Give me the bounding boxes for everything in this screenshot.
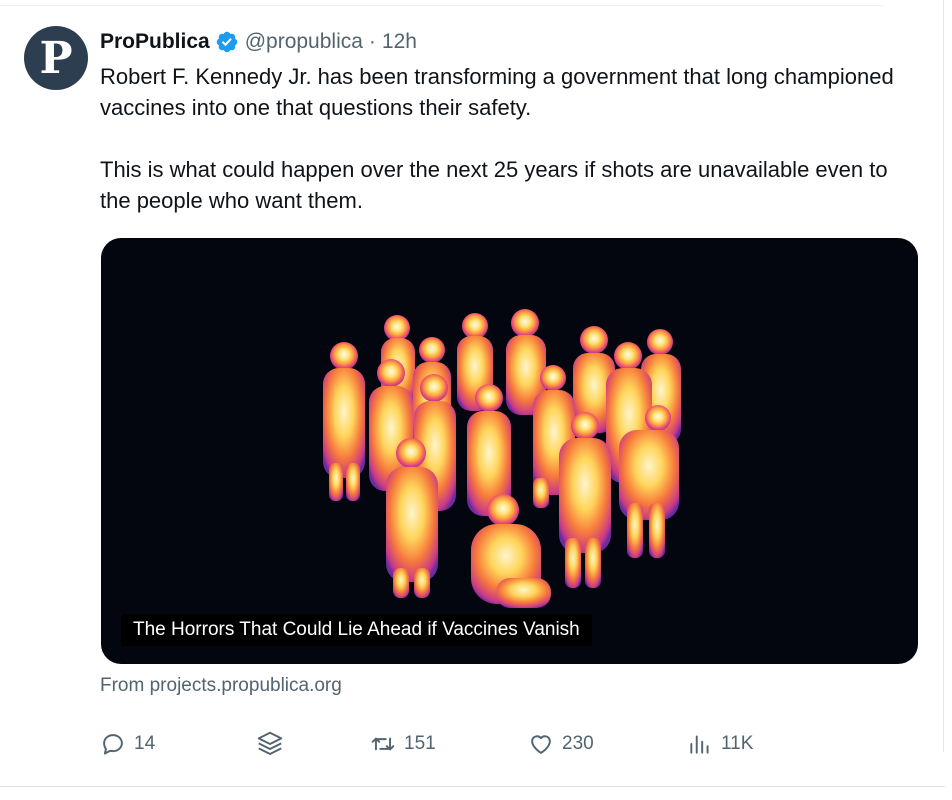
retweet-button[interactable]: 151 [370,727,436,761]
author-name[interactable]: ProPublica [100,30,210,54]
card-image [323,309,681,608]
bottom-divider [0,786,945,787]
reply-icon [103,734,123,755]
like-count: 230 [562,733,594,754]
separator-dot: · [368,30,376,53]
verified-badge-icon [216,31,237,53]
tweet-header: ProPublica @propublica · 12h [100,28,417,56]
right-divider [943,0,944,752]
card-source[interactable]: From projects.propublica.org [100,675,342,697]
timestamp[interactable]: 12h [382,30,417,54]
avatar[interactable]: P [24,26,88,90]
avatar-letter: P [39,33,73,84]
views-button[interactable]: 11K [687,727,753,761]
heart-icon [531,735,551,754]
author-handle[interactable]: @propublica [245,30,363,54]
retweet-count: 151 [404,733,436,754]
reply-button[interactable]: 14 [100,727,155,761]
stack-icon [257,731,283,755]
tweet-paragraph-1: Robert F. Kennedy Jr. has been transform… [100,64,894,120]
views-count: 11K [721,733,754,754]
stack-button[interactable] [255,727,285,761]
retweet-icon [371,737,395,751]
tweet-text: Robert F. Kennedy Jr. has been transform… [100,61,910,216]
like-button[interactable]: 230 [528,727,594,761]
tweet-paragraph-2: This is what could happen over the next … [100,157,888,213]
link-card[interactable]: The Horrors That Could Lie Ahead if Vacc… [101,238,918,664]
top-divider [0,5,884,6]
card-caption: The Horrors That Could Lie Ahead if Vacc… [121,614,592,646]
thermal-figures [323,309,681,608]
tweet-actions: 14 151 230 11K [100,727,820,761]
views-icon [690,735,709,754]
reply-count: 14 [134,733,156,754]
